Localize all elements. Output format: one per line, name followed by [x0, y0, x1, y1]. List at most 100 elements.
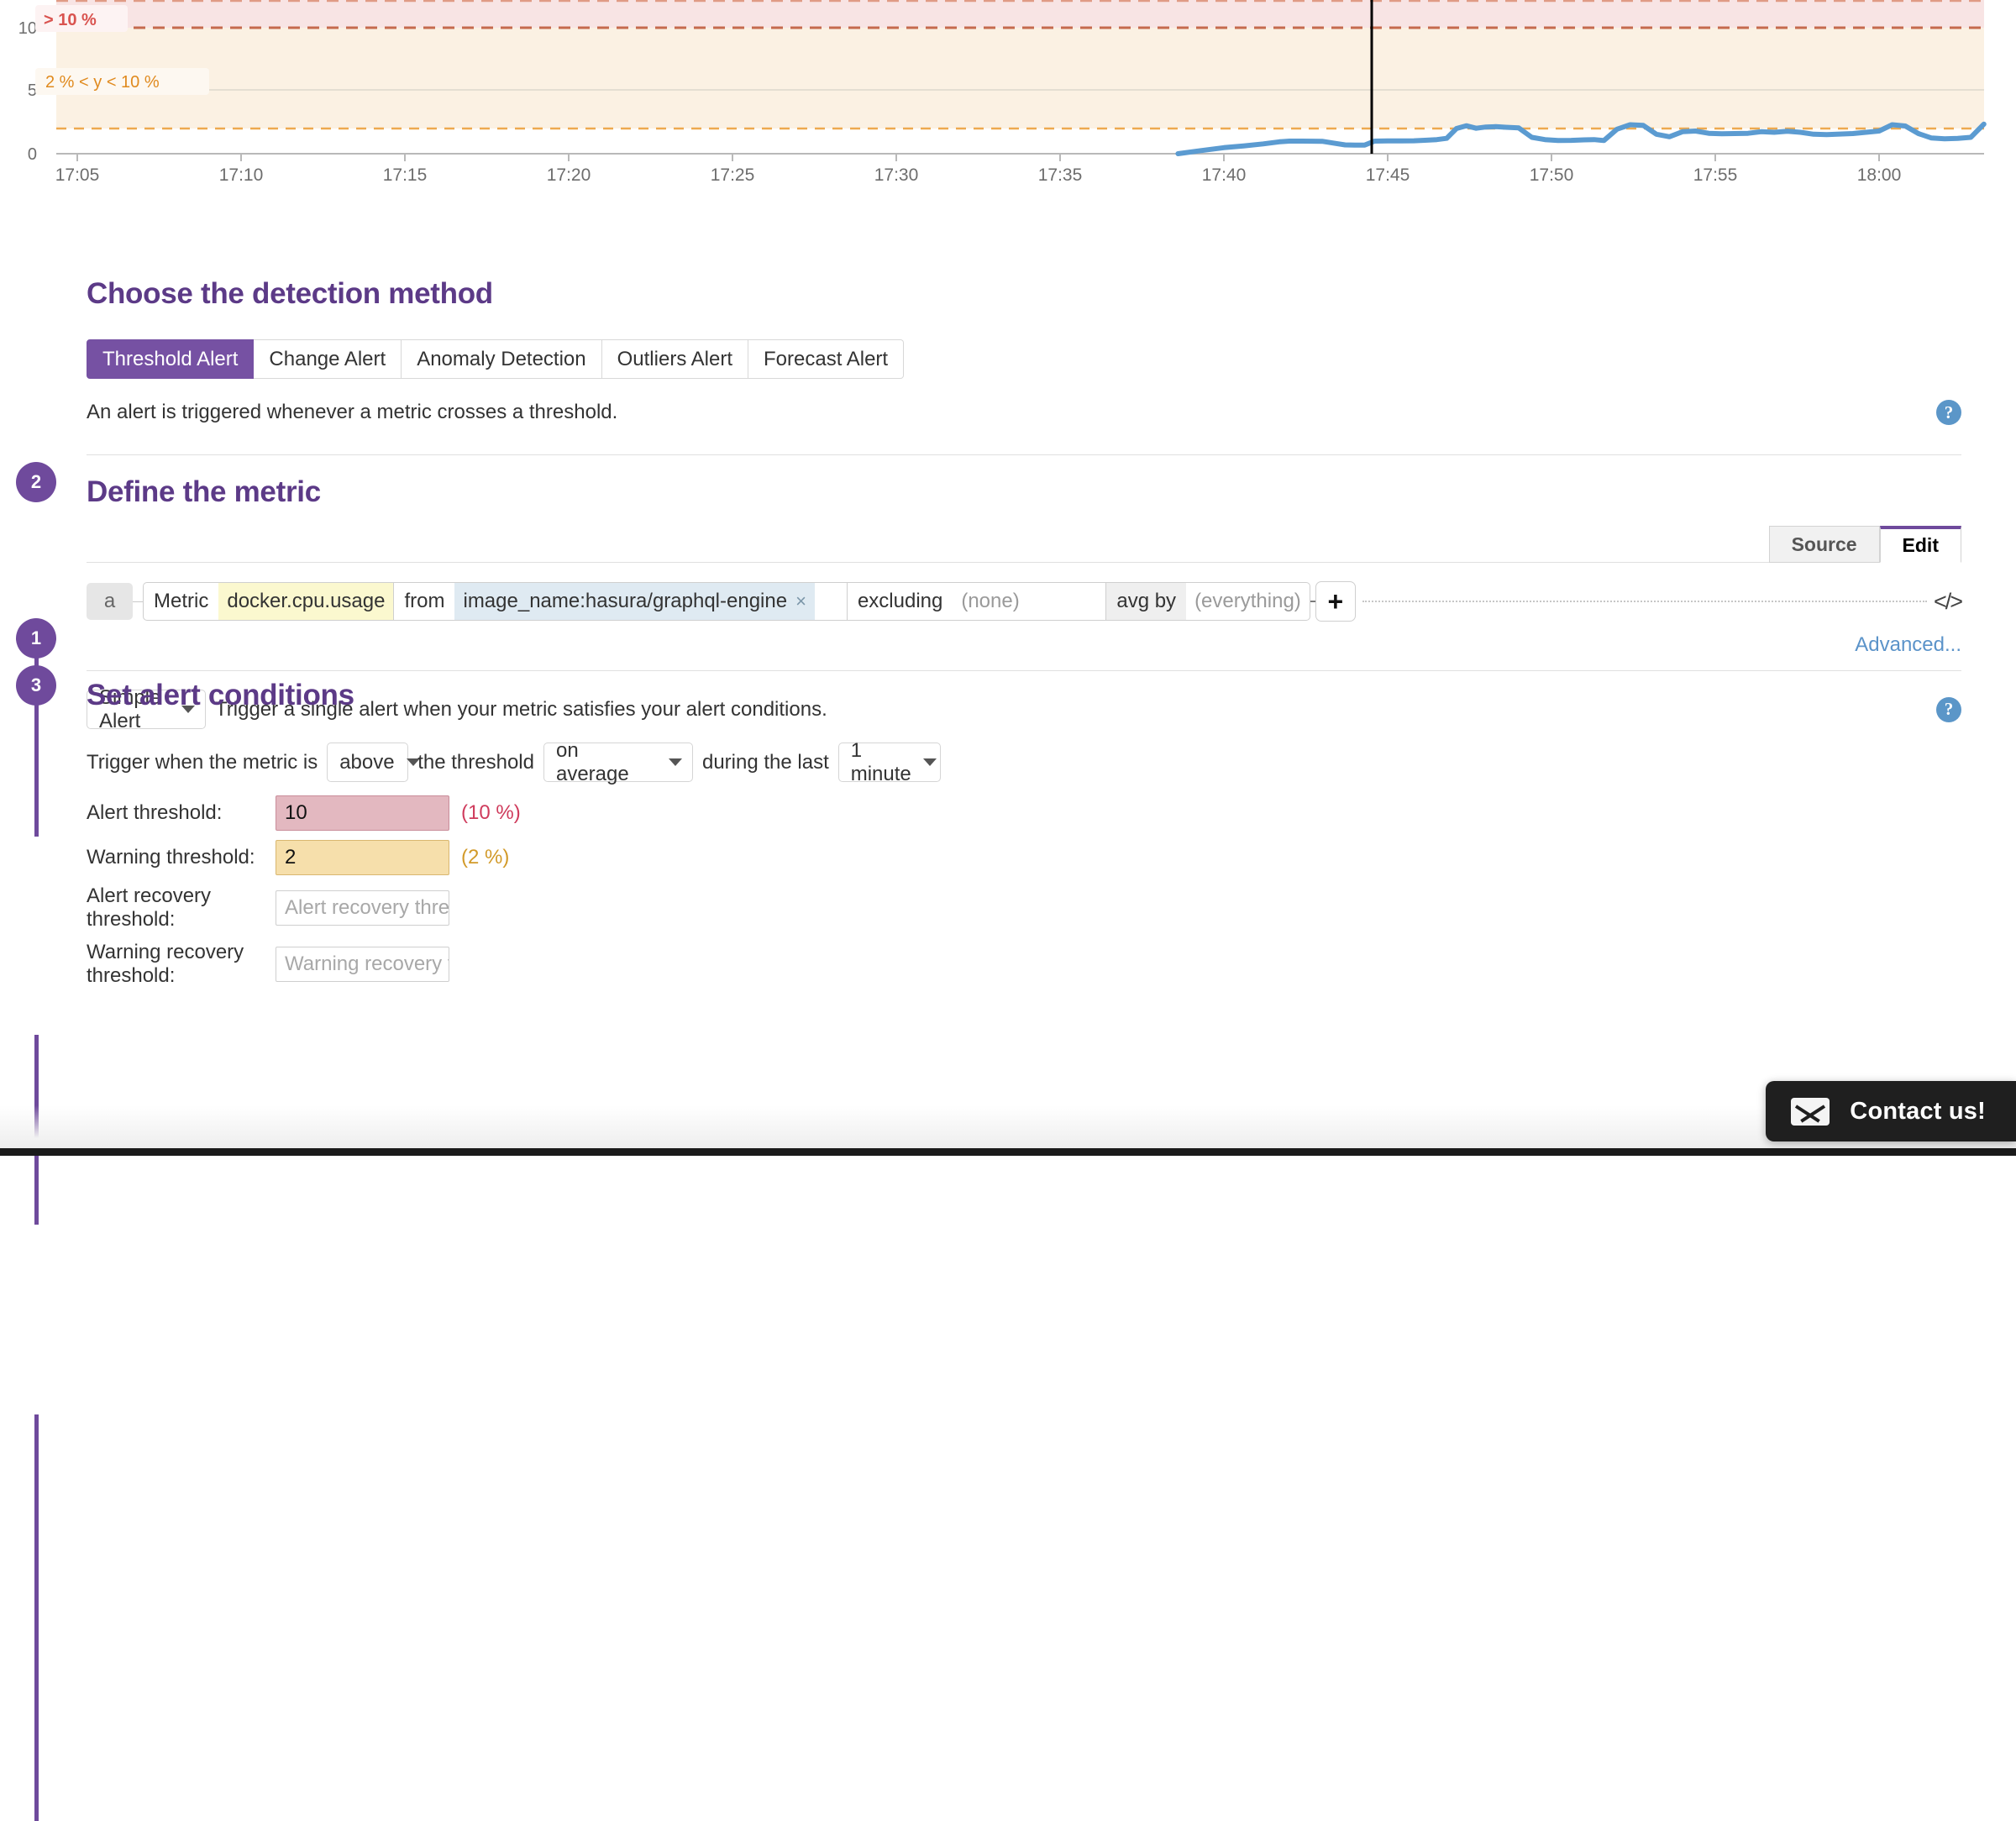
step-3-number: 3	[30, 674, 42, 695]
x-axis-ticks	[76, 154, 1880, 161]
warning-threshold-suffix: (2 %)	[461, 846, 510, 869]
tab-forecast-alert[interactable]: Forecast Alert	[748, 339, 905, 379]
warning-band-label: 2 % < y < 10 %	[35, 68, 209, 95]
chevron-down-icon	[922, 758, 937, 766]
xtick-label: 17:40	[1202, 165, 1247, 185]
avg-by-label: avg by	[1106, 583, 1187, 620]
tab-label: Forecast Alert	[764, 347, 889, 370]
alert-threshold-label: Alert threshold:	[87, 801, 223, 824]
xtick-label: 17:45	[1366, 165, 1410, 185]
step-3-alert-conditions: 3 Set alert conditions Trigger when the …	[0, 665, 2016, 1821]
trigger-aggregation-select[interactable]: on average	[543, 739, 693, 785]
plus-connector	[1310, 601, 1315, 602]
alert-threshold-input[interactable]: 10	[276, 795, 449, 831]
from-scope-value: image_name:hasura/graphql-engine	[463, 590, 788, 612]
remove-tag-icon[interactable]: ×	[795, 590, 806, 612]
xtick-label: 17:20	[547, 165, 591, 185]
trigger-direction-value: above	[339, 750, 395, 774]
xtick-label: 17:05	[55, 165, 100, 185]
step-2-define-metric: 2 Define the metric Source Edit a Metric…	[0, 462, 2016, 1225]
tab-edit[interactable]: Edit	[1879, 526, 1961, 563]
alert-threshold-row: Alert threshold: 10 (10 %)	[87, 795, 1961, 831]
contact-us-widget[interactable]: Contact us!	[1766, 1081, 2016, 1141]
warning-band-fill	[56, 28, 1984, 129]
tab-label: Edit	[1902, 534, 1939, 556]
step-3-title: Set alert conditions	[87, 679, 354, 711]
x-axis-tick-labels: 17:05 17:10 17:15 17:20 17:25 17:30 17:35 17:40…	[55, 165, 1902, 185]
question-mark-icon[interactable]: ?	[1936, 400, 1961, 425]
envelope-icon	[1791, 1097, 1830, 1126]
alert-band-label: > 10 %	[35, 5, 128, 32]
metric-value-input[interactable]: docker.cpu.usage	[218, 583, 394, 620]
warning-threshold-input[interactable]: 2	[276, 840, 449, 875]
help-glyph: ?	[1944, 401, 1954, 422]
step-1-title: Choose the detection method	[87, 277, 493, 310]
from-scope-tag[interactable]: image_name:hasura/graphql-engine ×	[454, 583, 815, 620]
alert-configuration-form: 1 Choose the detection method Threshold …	[0, 277, 2016, 1821]
tab-outliers-alert[interactable]: Outliers Alert	[601, 339, 749, 379]
warning-threshold-row: Warning threshold: 2 (2 %)	[87, 840, 1961, 875]
trigger-suffix-label: during the last	[701, 750, 829, 774]
xtick-label: 17:15	[383, 165, 428, 185]
xtick-label: 17:30	[874, 165, 919, 185]
query-connector	[133, 601, 143, 602]
trigger-condition-row: Trigger when the metric is above the thr…	[87, 739, 1961, 785]
svg-text:2 % < y < 10 %: 2 % < y < 10 %	[45, 73, 160, 92]
tab-anomaly-detection[interactable]: Anomaly Detection	[402, 339, 602, 379]
excluding-input[interactable]: (none)	[953, 583, 1105, 620]
step-1-number: 1	[30, 627, 42, 648]
tab-threshold-alert[interactable]: Threshold Alert	[87, 339, 255, 379]
from-input-spacer[interactable]	[815, 583, 847, 620]
ytick-label-10: 10	[18, 19, 37, 38]
trigger-window-value: 1 minute	[850, 738, 911, 785]
add-query-button[interactable]: +	[1315, 581, 1356, 622]
tab-label: Threshold Alert	[102, 347, 239, 370]
trigger-direction-select[interactable]: above	[327, 743, 420, 782]
trigger-aggregation-value: on average	[555, 738, 629, 785]
xtick-label: 17:25	[711, 165, 755, 185]
step-3-rail	[34, 1414, 39, 1821]
chart-svg: 10 5 0 17:05 17:10 17:15 17:20 17:25 17:30 17:…	[18, 0, 1987, 185]
trigger-middle-label: the threshold	[417, 750, 534, 774]
tab-label: Anomaly Detection	[417, 347, 586, 370]
avg-by-input[interactable]: (everything)	[1186, 583, 1310, 620]
query-editor: Metric docker.cpu.usage from image_name:…	[143, 582, 1310, 621]
from-label: from	[404, 590, 445, 612]
tab-label: Change Alert	[269, 347, 386, 370]
step-2-badge: 2	[16, 462, 56, 502]
step-1-detection-method: 1 Choose the detection method Threshold …	[0, 277, 2016, 837]
tab-source[interactable]: Source	[1768, 526, 1880, 563]
advanced-link[interactable]: Advanced...	[87, 633, 1961, 657]
xtick-label: 17:10	[219, 165, 264, 185]
query-mode-tabs: Source Edit	[87, 526, 1961, 563]
warning-threshold-label: Warning threshold:	[87, 846, 255, 869]
step-2-title: Define the metric	[87, 475, 321, 508]
bottom-fade-overlay	[0, 1105, 2016, 1149]
step-3-badge: 3	[16, 665, 56, 706]
bottom-bar	[0, 1148, 2016, 1156]
code-brackets-icon[interactable]: </>	[1934, 589, 1963, 615]
tab-label: Outliers Alert	[617, 347, 733, 370]
detection-method-tabs: Threshold Alert Change Alert Anomaly Det…	[87, 339, 1961, 379]
step-2-number: 2	[30, 471, 42, 492]
alert-recovery-threshold-label: Alert recovery threshold:	[87, 884, 212, 931]
alert-threshold-suffix: (10 %)	[461, 801, 521, 824]
alert-recovery-threshold-row: Alert recovery threshold: Alert recovery…	[87, 884, 1961, 931]
xtick-label: 18:00	[1857, 165, 1902, 185]
trigger-window-select[interactable]: 1 minute	[837, 739, 941, 785]
metric-query-row: a Metric docker.cpu.usage from image_nam…	[87, 581, 1963, 622]
step-2-rail	[34, 1035, 39, 1225]
warning-recovery-threshold-input[interactable]: Warning recovery threshold (optional)	[276, 947, 449, 982]
xtick-label: 17:50	[1530, 165, 1574, 185]
query-letter-badge: a	[87, 583, 133, 620]
warning-recovery-threshold-row: Warning recovery threshold: Warning reco…	[87, 941, 1961, 988]
xtick-label: 17:35	[1038, 165, 1083, 185]
query-divider-top	[87, 562, 1961, 563]
tab-change-alert[interactable]: Change Alert	[254, 339, 402, 379]
metric-label: Metric	[154, 590, 209, 612]
contact-us-label: Contact us!	[1850, 1097, 1986, 1125]
svg-text:> 10 %: > 10 %	[44, 11, 97, 29]
excluding-label: excluding	[857, 590, 943, 612]
query-dashed-line	[1362, 601, 1927, 602]
alert-recovery-threshold-input[interactable]: Alert recovery threshold (optional)	[276, 890, 449, 926]
